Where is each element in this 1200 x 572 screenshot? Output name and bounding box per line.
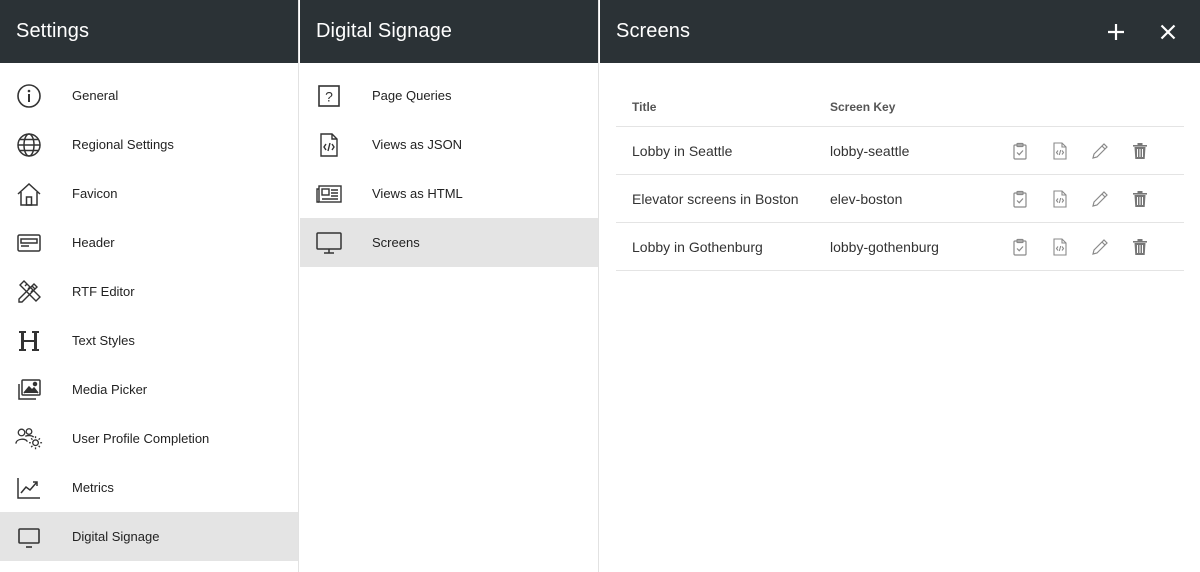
settings-menu: General Regional Settings Favicon Header… (0, 71, 298, 561)
digital-signage-panel: Digital Signage ? Page Queries Views as … (300, 0, 599, 572)
settings-item-regional[interactable]: Regional Settings (0, 120, 298, 169)
view-code-button[interactable] (1040, 137, 1080, 165)
digital-signage-menu: ? Page Queries Views as JSON Views as HT… (300, 71, 598, 267)
pencil-ruler-icon (15, 278, 43, 306)
delete-button[interactable] (1120, 185, 1160, 213)
screens-header: Screens (600, 0, 1200, 63)
pencil-icon (1092, 190, 1108, 207)
globe-icon (15, 131, 43, 159)
digital-signage-header: Digital Signage (300, 0, 598, 63)
settings-item-label: Regional Settings (72, 137, 174, 152)
view-code-button[interactable] (1040, 233, 1080, 261)
screen-key-cell: elev-boston (830, 190, 903, 207)
signage-item-views-json[interactable]: Views as JSON (300, 120, 598, 169)
code-file-icon (1053, 141, 1067, 160)
settings-item-text-styles[interactable]: Text Styles (0, 316, 298, 365)
table-row[interactable]: Lobby in Seattle lobby-seattle (616, 127, 1184, 175)
settings-title: Settings (16, 20, 90, 42)
svg-text:?: ? (325, 88, 333, 104)
screens-panel: Screens Title Screen Key Lobby in Seattl… (600, 0, 1200, 572)
plus-icon (1108, 23, 1124, 40)
settings-item-digital-signage[interactable]: Digital Signage (0, 512, 298, 561)
monitor-icon (315, 229, 343, 257)
copy-button[interactable] (1000, 185, 1040, 213)
newspaper-icon (315, 180, 343, 208)
column-header-title: Title (632, 99, 657, 114)
row-actions (1000, 233, 1160, 261)
trash-icon (1133, 190, 1147, 207)
signage-item-label: Screens (372, 235, 420, 250)
digital-signage-title: Digital Signage (316, 20, 453, 42)
settings-item-favicon[interactable]: Favicon (0, 169, 298, 218)
pencil-icon (1092, 238, 1108, 255)
home-icon (15, 180, 43, 208)
screen-title-cell: Elevator screens in Boston (632, 190, 799, 207)
trash-icon (1133, 238, 1147, 255)
view-code-button[interactable] (1040, 185, 1080, 213)
edit-button[interactable] (1080, 185, 1120, 213)
info-icon (15, 82, 43, 110)
row-actions (1000, 185, 1160, 213)
column-header-screen-key: Screen Key (830, 99, 896, 114)
trash-icon (1133, 142, 1147, 159)
delete-button[interactable] (1120, 233, 1160, 261)
settings-item-label: Digital Signage (72, 529, 160, 544)
signage-item-label: Views as JSON (372, 137, 463, 152)
code-file-icon (1053, 189, 1067, 208)
settings-item-rtf-editor[interactable]: RTF Editor (0, 267, 298, 316)
delete-button[interactable] (1120, 137, 1160, 165)
settings-item-label: Metrics (72, 480, 114, 495)
clipboard-check-icon (1013, 142, 1027, 160)
settings-item-metrics[interactable]: Metrics (0, 463, 298, 512)
table-header: Title Screen Key (616, 87, 1184, 127)
screens-header-actions (1104, 20, 1180, 44)
signage-item-label: Views as HTML (372, 186, 463, 201)
settings-item-label: Header (72, 235, 115, 250)
edit-button[interactable] (1080, 137, 1120, 165)
screen-title-cell: Lobby in Gothenburg (632, 238, 763, 255)
settings-item-media-picker[interactable]: Media Picker (0, 365, 298, 414)
settings-item-label: RTF Editor (72, 284, 135, 299)
screen-key-cell: lobby-gothenburg (830, 238, 939, 255)
code-file-icon (1053, 237, 1067, 256)
signage-item-label: Page Queries (372, 88, 452, 103)
close-button[interactable] (1156, 20, 1180, 44)
settings-item-user-profile[interactable]: User Profile Completion (0, 414, 298, 463)
settings-panel: Settings General Regional Settings Favic… (0, 0, 299, 572)
clipboard-check-icon (1013, 238, 1027, 256)
table-row[interactable]: Lobby in Gothenburg lobby-gothenburg (616, 223, 1184, 271)
settings-item-label: Text Styles (72, 333, 135, 348)
settings-item-header[interactable]: Header (0, 218, 298, 267)
row-actions (1000, 137, 1160, 165)
copy-button[interactable] (1000, 233, 1040, 261)
monitor-icon (15, 523, 43, 551)
images-icon (15, 376, 43, 404)
settings-item-label: Media Picker (72, 382, 148, 397)
clipboard-check-icon (1013, 190, 1027, 208)
heading-icon (15, 327, 43, 355)
settings-header: Settings (0, 0, 298, 63)
screen-key-cell: lobby-seattle (830, 142, 910, 159)
settings-item-label: General (72, 88, 119, 103)
users-gear-icon (15, 425, 43, 453)
code-file-icon (315, 131, 343, 159)
close-icon (1160, 24, 1176, 39)
question-box-icon: ? (315, 82, 343, 110)
settings-item-general[interactable]: General (0, 71, 298, 120)
pencil-icon (1092, 142, 1108, 159)
signage-item-views-html[interactable]: Views as HTML (300, 169, 598, 218)
settings-item-label: User Profile Completion (72, 431, 210, 446)
edit-button[interactable] (1080, 233, 1120, 261)
screens-table: Title Screen Key Lobby in Seattle lobby-… (600, 63, 1200, 271)
chart-line-icon (15, 474, 43, 502)
header-icon (15, 229, 43, 257)
screen-title-cell: Lobby in Seattle (632, 142, 733, 159)
signage-item-screens[interactable]: Screens (300, 218, 598, 267)
table-row[interactable]: Elevator screens in Boston elev-boston (616, 175, 1184, 223)
signage-item-page-queries[interactable]: ? Page Queries (300, 71, 598, 120)
settings-item-label: Favicon (72, 186, 118, 201)
copy-button[interactable] (1000, 137, 1040, 165)
screens-title: Screens (616, 20, 691, 42)
add-screen-button[interactable] (1104, 20, 1128, 44)
